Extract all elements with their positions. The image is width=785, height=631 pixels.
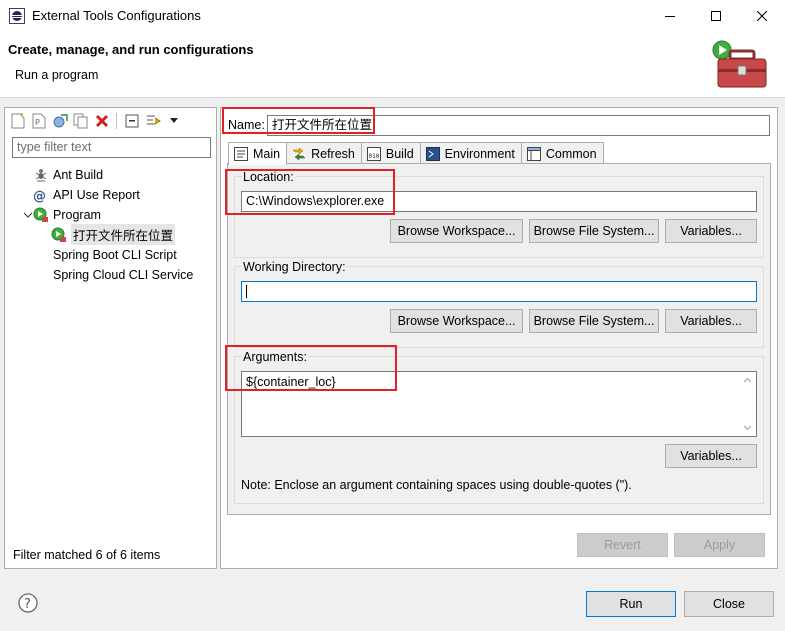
svg-text:P: P — [35, 118, 40, 127]
arguments-variables-button[interactable]: Variables... — [665, 444, 757, 468]
tab-common[interactable]: Common — [520, 142, 604, 164]
tab-main[interactable]: Main — [228, 142, 288, 165]
name-highlight-box — [222, 107, 375, 134]
location-highlight-box — [225, 169, 395, 215]
refresh-icon — [291, 146, 307, 162]
arguments-scrollbar[interactable] — [739, 372, 756, 436]
ant-icon — [33, 167, 49, 183]
toolbar-separator — [116, 113, 117, 129]
dialog-header: Create, manage, and run configurations R… — [0, 31, 785, 98]
tree-item-api-use-report[interactable]: @ API Use Report — [33, 185, 140, 204]
close-button[interactable]: Close — [684, 591, 774, 617]
header-title: Create, manage, and run configurations — [8, 42, 254, 57]
chevron-down-icon[interactable] — [165, 113, 182, 130]
minimize-button[interactable] — [647, 0, 693, 31]
svg-text:@: @ — [33, 189, 46, 203]
tree-item-selected-configuration[interactable]: 打开文件所在位置 — [51, 224, 176, 245]
duplicate-icon[interactable] — [72, 113, 89, 130]
eclipse-icon — [9, 8, 25, 24]
tree-expand-icon[interactable] — [23, 210, 33, 220]
tab-build[interactable]: 010 Build — [360, 142, 421, 164]
filter-icon[interactable] — [144, 113, 161, 130]
tree-item-spring-boot-cli-script[interactable]: Spring Boot CLI Script — [53, 245, 177, 264]
arguments-note: Note: Enclose an argument containing spa… — [241, 478, 632, 492]
revert-button[interactable]: Revert — [577, 533, 668, 557]
filter-input[interactable]: type filter text — [12, 137, 211, 158]
window-title: External Tools Configurations — [32, 8, 201, 23]
location-browse-workspace-button[interactable]: Browse Workspace... — [390, 219, 523, 243]
filter-status: Filter matched 6 of 6 items — [13, 548, 161, 562]
main-tab-content: Location: C:\Windows\explorer.exe Browse… — [227, 163, 771, 515]
arguments-highlight-box — [225, 345, 397, 391]
working-directory-browse-workspace-button[interactable]: Browse Workspace... — [390, 309, 523, 333]
apply-button[interactable]: Apply — [674, 533, 765, 557]
toolbox-run-icon — [712, 39, 772, 93]
main-tab-icon — [233, 146, 249, 162]
tree-item-program[interactable]: Program — [33, 205, 101, 224]
scroll-up-icon[interactable] — [743, 376, 752, 385]
program-run-icon — [51, 227, 67, 243]
environment-icon — [425, 146, 441, 162]
close-icon — [757, 10, 767, 21]
scroll-down-icon[interactable] — [743, 423, 752, 432]
configuration-list-panel: P type filter text Ant Build @ API Use R… — [4, 107, 217, 569]
text-cursor — [246, 285, 247, 299]
tab-refresh[interactable]: Refresh — [286, 142, 362, 164]
working-directory-input[interactable] — [241, 281, 757, 302]
maximize-icon — [711, 10, 721, 21]
program-icon — [33, 207, 49, 223]
build-icon: 010 — [366, 146, 382, 162]
location-variables-button[interactable]: Variables... — [665, 219, 757, 243]
header-subtitle: Run a program — [15, 68, 99, 82]
working-directory-label: Working Directory: — [242, 260, 347, 274]
working-directory-group — [234, 266, 764, 348]
location-browse-file-system-button[interactable]: Browse File System... — [529, 219, 659, 243]
delete-icon[interactable] — [93, 113, 110, 130]
new-prototype-icon[interactable]: P — [30, 113, 47, 130]
tab-bar: Main Refresh 010 Build Environment Commo… — [228, 142, 604, 165]
left-toolbar: P — [9, 110, 182, 132]
title-bar: External Tools Configurations — [0, 0, 785, 31]
collapse-all-icon[interactable] — [123, 113, 140, 130]
help-icon[interactable]: ? — [18, 593, 38, 613]
working-directory-browse-file-system-button[interactable]: Browse File System... — [529, 309, 659, 333]
run-button[interactable]: Run — [586, 591, 676, 617]
new-configuration-icon[interactable] — [9, 113, 26, 130]
common-icon — [526, 146, 542, 162]
tab-environment[interactable]: Environment — [419, 142, 522, 164]
api-report-icon: @ — [33, 187, 49, 203]
minimize-icon — [665, 15, 675, 17]
tree-item-spring-cloud-cli-service[interactable]: Spring Cloud CLI Service — [53, 265, 193, 284]
close-window-button[interactable] — [739, 0, 785, 31]
svg-text:?: ? — [24, 597, 31, 612]
tree-item-ant-build[interactable]: Ant Build — [33, 165, 103, 184]
svg-text:010: 010 — [368, 153, 379, 160]
maximize-button[interactable] — [693, 0, 739, 31]
working-directory-variables-button[interactable]: Variables... — [665, 309, 757, 333]
export-icon[interactable] — [51, 113, 68, 130]
